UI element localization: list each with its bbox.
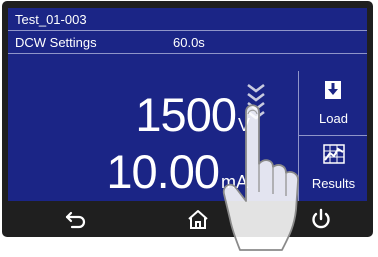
bottom-nav-bar bbox=[8, 203, 367, 235]
back-arrow-icon[interactable] bbox=[62, 207, 90, 231]
load-button[interactable]: Load bbox=[299, 71, 367, 136]
results-button[interactable]: Results bbox=[299, 136, 367, 200]
settings-label[interactable]: DCW Settings bbox=[15, 35, 97, 50]
side-button-panel: Load Results bbox=[298, 71, 367, 201]
finger-gesture-icon bbox=[222, 104, 299, 251]
load-label: Load bbox=[319, 111, 348, 126]
home-icon[interactable] bbox=[184, 207, 212, 231]
voltage-value: 1500 bbox=[135, 88, 237, 141]
touch-screen: Test_01-003 DCW Settings 60.0s 1500 V 10.… bbox=[8, 8, 367, 201]
power-icon[interactable] bbox=[307, 207, 335, 231]
results-label: Results bbox=[311, 176, 356, 191]
header-row-settings: DCW Settings 60.0s bbox=[8, 31, 367, 54]
test-duration[interactable]: 60.0s bbox=[173, 35, 205, 50]
current-value: 10.00 bbox=[106, 145, 220, 198]
load-icon bbox=[325, 81, 341, 99]
header-row-test: Test_01-003 bbox=[8, 8, 367, 31]
results-chart-icon bbox=[323, 144, 345, 164]
test-name[interactable]: Test_01-003 bbox=[15, 12, 87, 27]
